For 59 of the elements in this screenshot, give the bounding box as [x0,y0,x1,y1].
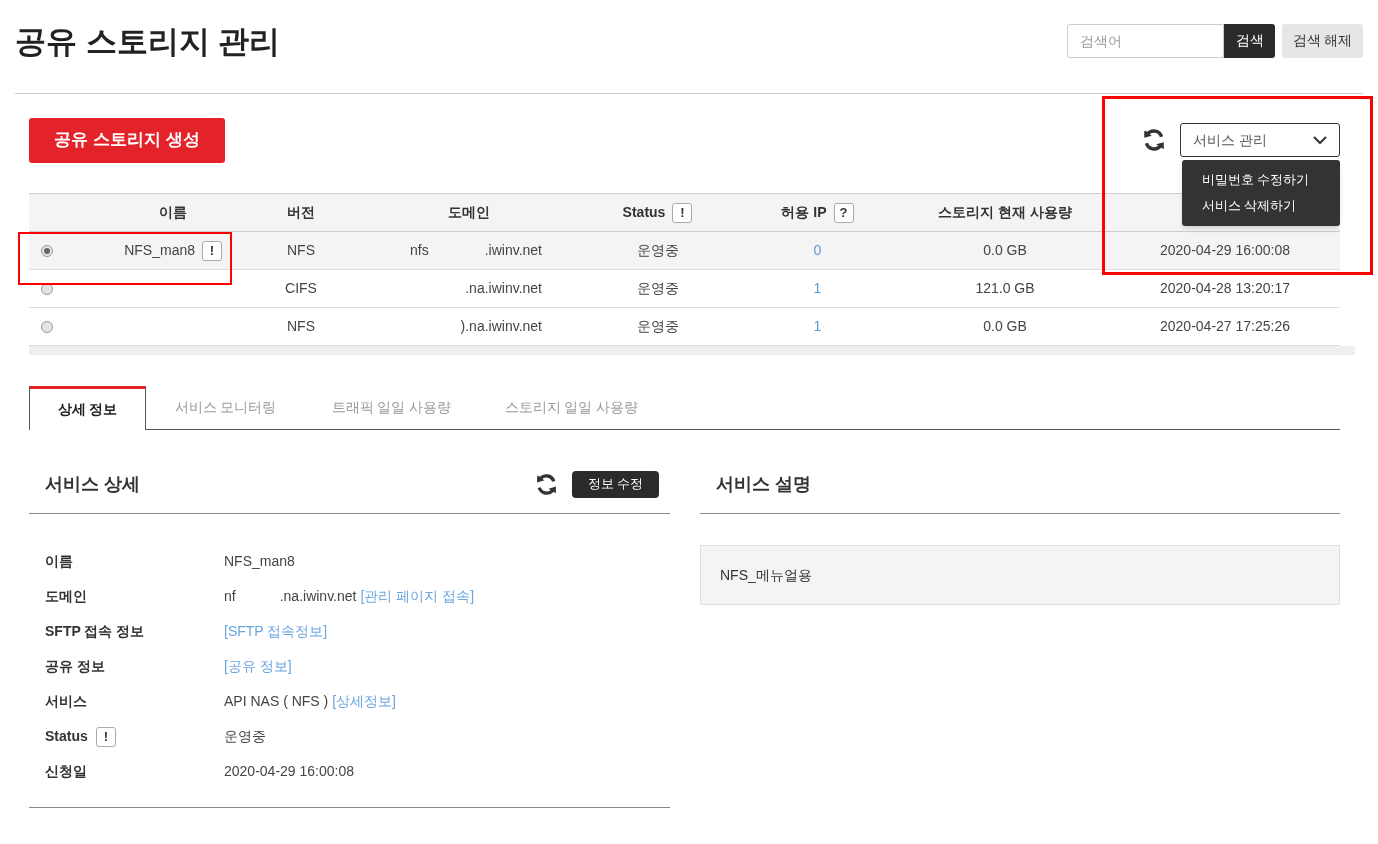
table-cell-text: 2020-04-29 16:00:08 [1160,241,1290,260]
chevron-down-icon [1313,135,1327,145]
table-cell-text: NFS [287,241,315,260]
table-cell-text: 운영중 [636,317,679,336]
table-cell-text: .iwinv.net [484,241,542,260]
table-cell-text: NFS [287,317,315,336]
field-value: 2020-04-29 16:00:08 [224,762,354,781]
refresh-icon[interactable] [534,471,559,497]
field-label: SFTP 접속 정보 [45,622,145,641]
section-title: 서비스 설명 [716,472,811,496]
section-title: 서비스 상세 [45,472,140,496]
field-value: 운영중 [224,727,266,746]
table-cell-text: 0.0 GB [983,241,1027,260]
column-header: 이름 [158,203,187,222]
field-label: 서비스 [45,692,87,711]
field-label: 도메인 [45,587,87,606]
info-badge[interactable]: ! [202,240,222,261]
column-header: 버전 [287,203,315,222]
table-cell-text: 0.0 GB [983,317,1027,336]
table-cell-text: 121.0 GB [975,279,1035,298]
refresh-icon[interactable] [1141,127,1167,153]
table-cell-text: 운영중 [636,241,679,260]
table-cell-text: 운영중 [636,279,679,298]
field-label: 이름 [45,552,73,571]
field-label: 공유 정보 [45,657,105,676]
service-select[interactable]: 서비스 관리 [1180,123,1340,157]
column-header: Status [622,203,666,222]
tab[interactable]: 상세 정보 [29,386,146,430]
table-cell-text: 2020-04-27 17:25:26 [1160,317,1290,336]
info-badge[interactable]: ! [672,202,693,223]
field-label: Status [45,727,88,746]
table-cell-text: 2020-04-28 13:20:17 [1160,279,1290,298]
table-row[interactable]: NFS_man8 ! NFS nfs .iwinv.net 운영중 0 0.0 GB 2020-04-29 16:00:08 [29,232,1340,270]
column-header: 도메인 [447,203,490,222]
field-value: .na.iwinv.net [279,587,357,606]
info-badge[interactable]: ? [833,202,854,223]
radio-button[interactable] [40,320,53,333]
table-cell-text: NFS_man8 [124,241,195,260]
table-cell-text: nfs [410,241,429,260]
field-value: API NAS ( NFS ) [224,692,329,711]
search-field[interactable]: 검색어 [1067,23,1224,58]
table-cell-text: ).na.iwinv.net [460,317,542,336]
info-badge[interactable]: ! [95,726,116,747]
edit-info-button[interactable]: 정보 수정 [572,470,659,498]
table-cell-text: CIFS [285,279,317,298]
menu-item[interactable]: 비밀번호 수정하기 [1182,167,1340,193]
description-text: NFS_메뉴얼용 [720,565,812,585]
menu-item[interactable]: 서비스 삭제하기 [1182,193,1340,219]
page-title: 공유 스토리지 관리 [15,23,281,62]
create-storage-button[interactable]: 공유 스토리지 생성 [29,117,225,163]
search-button[interactable]: 검색 [1224,23,1275,58]
clear-search-button[interactable]: 검색 해제 [1282,23,1363,58]
column-header: 허용 IP [781,203,827,222]
field-value: NFS_man8 [224,552,295,571]
field-label: 신청일 [45,762,87,781]
radio-button[interactable] [40,244,53,257]
table-cell-text: .na.iwinv.net [465,279,542,298]
field-value: nf [224,587,236,606]
column-header: 스토리지 현재 사용량 [938,203,1072,222]
